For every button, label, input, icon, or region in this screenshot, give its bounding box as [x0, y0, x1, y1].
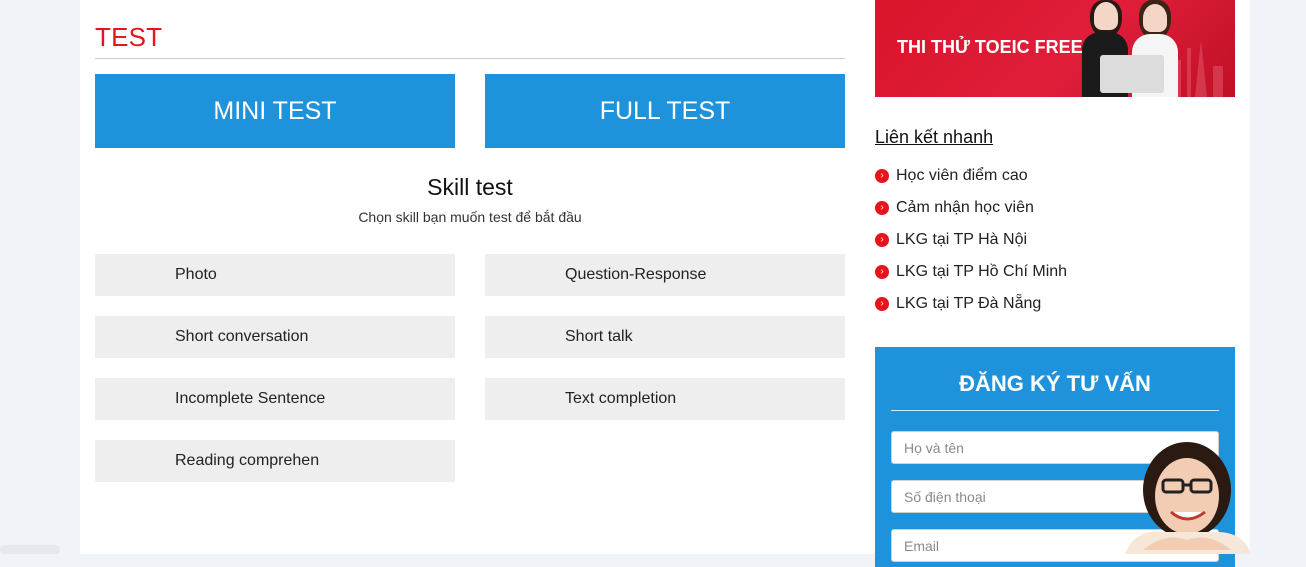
- section-title: TEST: [95, 22, 163, 52]
- quick-link-label: Học viên điểm cao: [896, 167, 1028, 184]
- skill-test-heading: Skill test: [427, 174, 513, 200]
- skill-item-photo[interactable]: Photo: [95, 254, 455, 296]
- laptop-icon: [1100, 55, 1164, 93]
- quick-link-hcmc[interactable]: › LKG tại TP Hồ Chí Minh: [875, 256, 1067, 288]
- registration-divider: [891, 410, 1219, 411]
- quick-link-label: LKG tại TP Đà Nẵng: [896, 295, 1042, 312]
- quick-link-student-feedback[interactable]: › Cảm nhận học viên: [875, 192, 1067, 224]
- skill-item-short-talk[interactable]: Short talk: [485, 316, 845, 358]
- skill-test-subtitle: Chọn skill bạn muốn test để bắt đầu: [358, 209, 582, 225]
- quick-link-label: Cảm nhận học viên: [896, 199, 1034, 216]
- banner-text: THI THỬ TOEIC FREE: [897, 37, 1083, 57]
- quick-links-list: › Học viên điểm cao › Cảm nhận học viên …: [875, 160, 1067, 320]
- full-test-button[interactable]: FULL TEST: [485, 74, 845, 148]
- section-divider: [95, 58, 845, 59]
- mini-test-button[interactable]: MINI TEST: [95, 74, 455, 148]
- quick-link-top-students[interactable]: › Học viên điểm cao: [875, 160, 1067, 192]
- skill-item-reading-comprehension[interactable]: Reading comprehen: [95, 440, 455, 482]
- skill-item-text-completion[interactable]: Text completion: [485, 378, 845, 420]
- quick-links-title: Liên kết nhanh: [875, 127, 994, 147]
- chevron-right-circle-icon: ›: [875, 169, 889, 183]
- registration-title: ĐĂNG KÝ TƯ VẤN: [959, 371, 1151, 396]
- chevron-right-circle-icon: ›: [875, 297, 889, 311]
- quick-link-label: LKG tại TP Hà Nội: [896, 231, 1028, 248]
- quick-link-hanoi[interactable]: › LKG tại TP Hà Nội: [875, 224, 1067, 256]
- consultant-photo: [1125, 442, 1251, 554]
- skill-item-question-response[interactable]: Question-Response: [485, 254, 845, 296]
- chevron-right-circle-icon: ›: [875, 265, 889, 279]
- toeic-free-banner[interactable]: THI THỬ TOEIC FREE: [875, 0, 1235, 97]
- skill-item-incomplete-sentence[interactable]: Incomplete Sentence: [95, 378, 455, 420]
- quick-link-label: LKG tại TP Hồ Chí Minh: [896, 263, 1068, 280]
- chevron-right-circle-icon: ›: [875, 201, 889, 215]
- quick-link-danang[interactable]: › LKG tại TP Đà Nẵng: [875, 288, 1067, 320]
- chevron-right-circle-icon: ›: [875, 233, 889, 247]
- page-scroll-indicator: [0, 545, 60, 554]
- skill-item-short-conversation[interactable]: Short conversation: [95, 316, 455, 358]
